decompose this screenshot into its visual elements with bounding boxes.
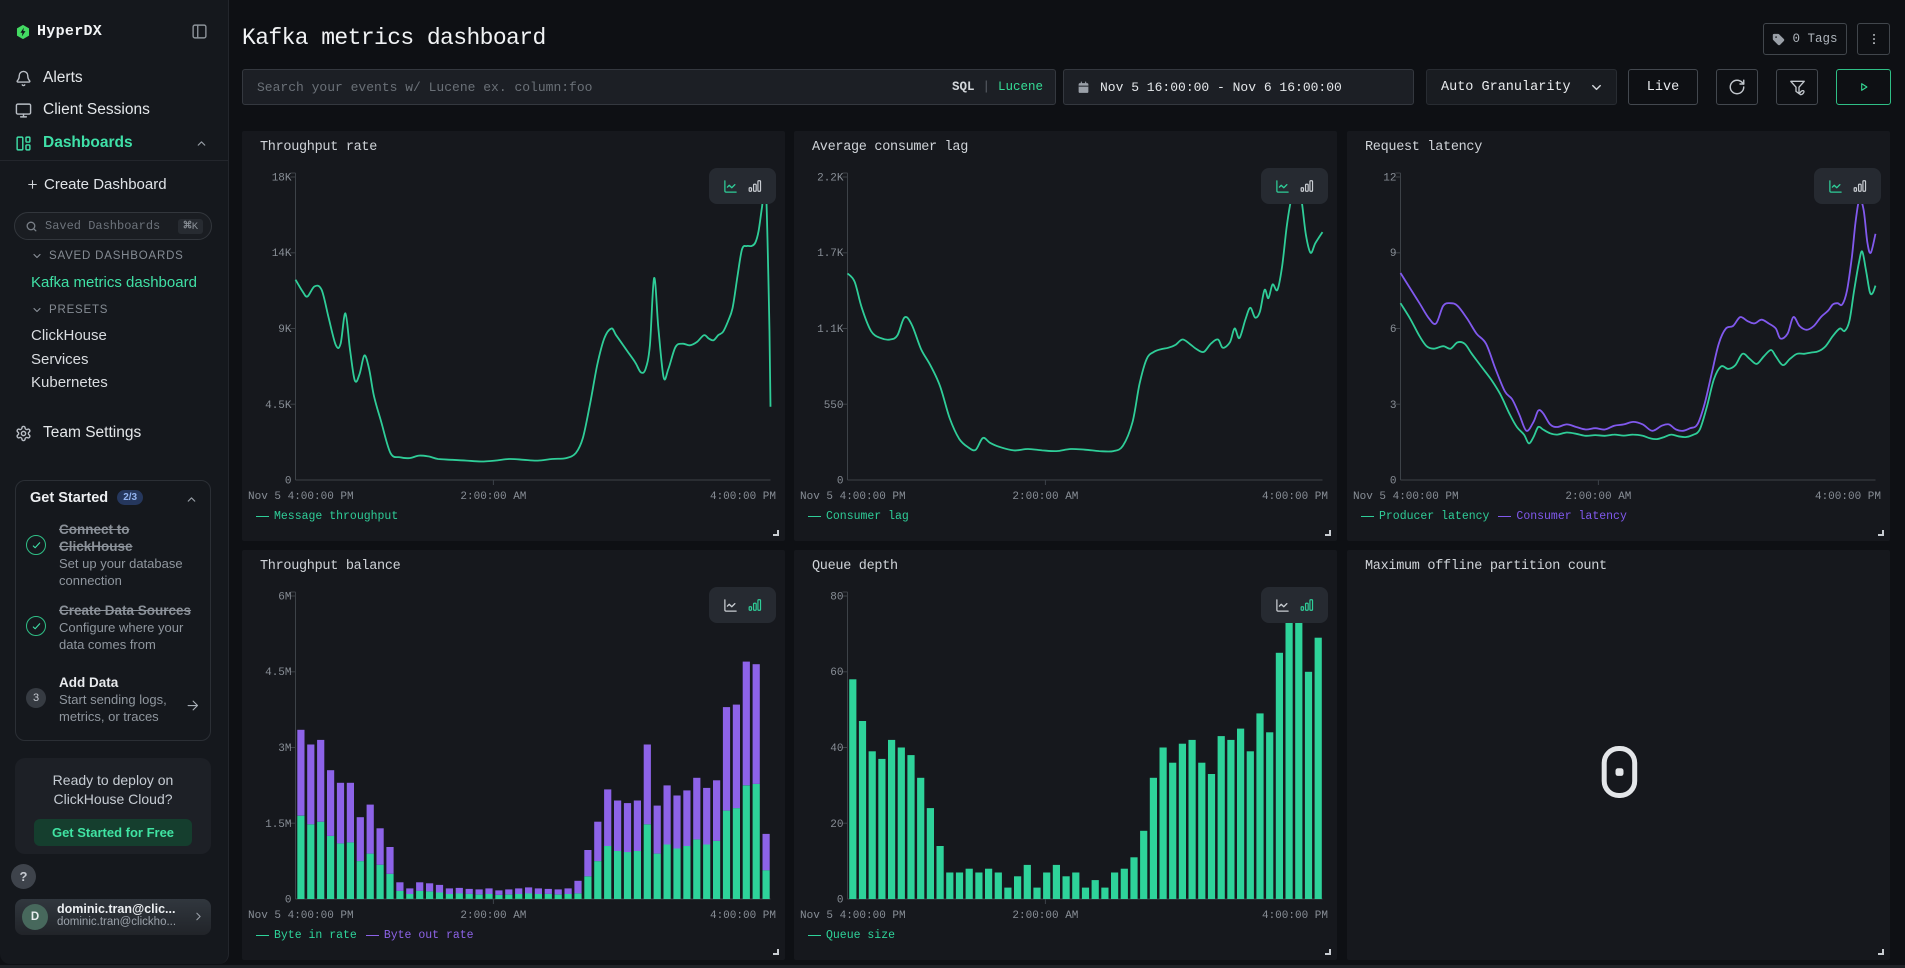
svg-text:0: 0 [837,895,844,907]
svg-text:1.5M: 1.5M [265,819,291,831]
svg-text:2.2K: 2.2K [817,173,844,185]
svg-text:0: 0 [285,895,292,907]
svg-text:4:00:00 PM: 4:00:00 PM [710,491,776,503]
svg-text:4:00:00 PM: 4:00:00 PM [1815,491,1881,503]
svg-text:20: 20 [830,819,843,831]
svg-text:2:00:00 AM: 2:00:00 AM [1012,910,1078,922]
svg-text:0: 0 [1390,476,1397,488]
svg-text:2:00:00 AM: 2:00:00 AM [1565,491,1631,503]
svg-text:550: 550 [824,400,844,412]
svg-text:Nov 5 4:00:00 PM: Nov 5 4:00:00 PM [1353,491,1459,503]
svg-text:9: 9 [1390,248,1397,260]
svg-text:4:00:00 PM: 4:00:00 PM [710,910,776,922]
svg-text:14K: 14K [272,248,292,260]
svg-text:0: 0 [285,476,292,488]
svg-text:60: 60 [830,667,843,679]
svg-text:2:00:00 AM: 2:00:00 AM [1012,491,1078,503]
svg-text:40: 40 [830,743,843,755]
svg-text:1.1K: 1.1K [817,324,844,336]
svg-text:Nov 5 4:00:00 PM: Nov 5 4:00:00 PM [800,910,906,922]
svg-text:0: 0 [837,476,844,488]
svg-text:18K: 18K [272,173,292,185]
svg-text:4:00:00 PM: 4:00:00 PM [1262,910,1328,922]
svg-text:12: 12 [1383,173,1396,185]
svg-text:6: 6 [1390,324,1397,336]
svg-text:6M: 6M [278,592,291,604]
svg-text:Nov 5 4:00:00 PM: Nov 5 4:00:00 PM [800,491,906,503]
svg-text:Nov 5 4:00:00 PM: Nov 5 4:00:00 PM [248,910,354,922]
svg-text:2:00:00 AM: 2:00:00 AM [460,491,526,503]
svg-text:3: 3 [1390,400,1397,412]
svg-text:Nov 5 4:00:00 PM: Nov 5 4:00:00 PM [248,491,354,503]
svg-text:9K: 9K [278,324,292,336]
svg-text:4:00:00 PM: 4:00:00 PM [1262,491,1328,503]
svg-text:2:00:00 AM: 2:00:00 AM [460,910,526,922]
svg-text:4.5M: 4.5M [265,667,291,679]
svg-text:3M: 3M [278,743,291,755]
svg-text:4.5K: 4.5K [265,400,292,412]
svg-text:80: 80 [830,592,843,604]
svg-text:1.7K: 1.7K [817,248,844,260]
